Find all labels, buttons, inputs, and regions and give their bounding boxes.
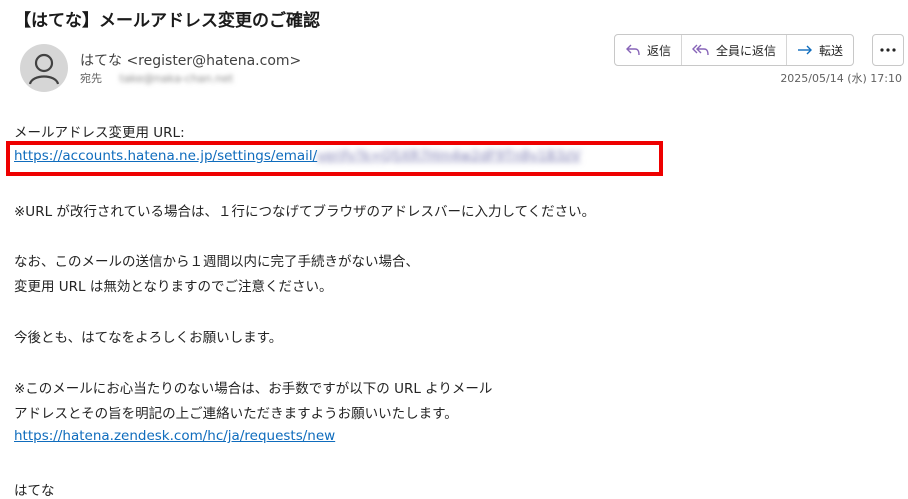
- more-dots-icon: [880, 48, 896, 52]
- sender-name: はてな: [80, 53, 122, 69]
- body-line-unknown: ※このメールにお心当たりのない場合は、お手数ですが以下の URL よりメール: [14, 381, 493, 397]
- sender-info[interactable]: はてな <register@hatena.com>: [80, 50, 301, 70]
- forward-button[interactable]: 転送: [787, 35, 853, 65]
- email-subject: 【はてな】メールアドレス変更のご確認: [14, 11, 320, 31]
- sender-avatar[interactable]: [20, 44, 68, 92]
- body-line-deadline: なお、このメールの送信から１週間以内に完了手続きがない場合、: [14, 254, 419, 270]
- url-label: メールアドレス変更用 URL:: [14, 125, 185, 141]
- person-icon: [28, 53, 60, 85]
- signature: はてな: [14, 483, 55, 499]
- body-line-invalid: 変更用 URL は無効となりますのでご注意ください。: [14, 279, 333, 295]
- to-address[interactable]: take@naka-chan.net: [120, 72, 234, 85]
- recipient-line: 宛先 take@naka-chan.net: [80, 70, 233, 86]
- more-actions-button[interactable]: [872, 34, 904, 66]
- reply-label: 返信: [647, 43, 672, 58]
- message-actions: 返信 全員に返信 転送: [614, 34, 855, 66]
- sender-email: <register@hatena.com>: [126, 53, 302, 69]
- support-url-link[interactable]: https://hatena.zendesk.com/hc/ja/request…: [14, 428, 335, 444]
- body-line-thanks: 今後とも、はてなをよろしくお願いします。: [14, 330, 283, 346]
- reply-all-icon: [692, 44, 709, 56]
- reply-button[interactable]: 返信: [615, 35, 683, 65]
- forward-label: 転送: [819, 43, 844, 58]
- message-date: 2025/05/14 (水) 17:10: [780, 72, 902, 85]
- forward-arrow-icon: [798, 45, 813, 55]
- body-line-url-note: ※URL が改行されている場合は、１行につなげてブラウザのアドレスバーに入力して…: [14, 204, 596, 220]
- reply-icon: [626, 44, 640, 56]
- reply-all-label: 全員に返信: [716, 43, 777, 58]
- to-label: 宛先: [80, 72, 102, 85]
- highlight-box: [6, 141, 663, 176]
- reply-all-button[interactable]: 全員に返信: [682, 35, 788, 65]
- body-line-contact: アドレスとその旨を明記の上ご連絡いただきますようお願いいたします。: [14, 406, 458, 422]
